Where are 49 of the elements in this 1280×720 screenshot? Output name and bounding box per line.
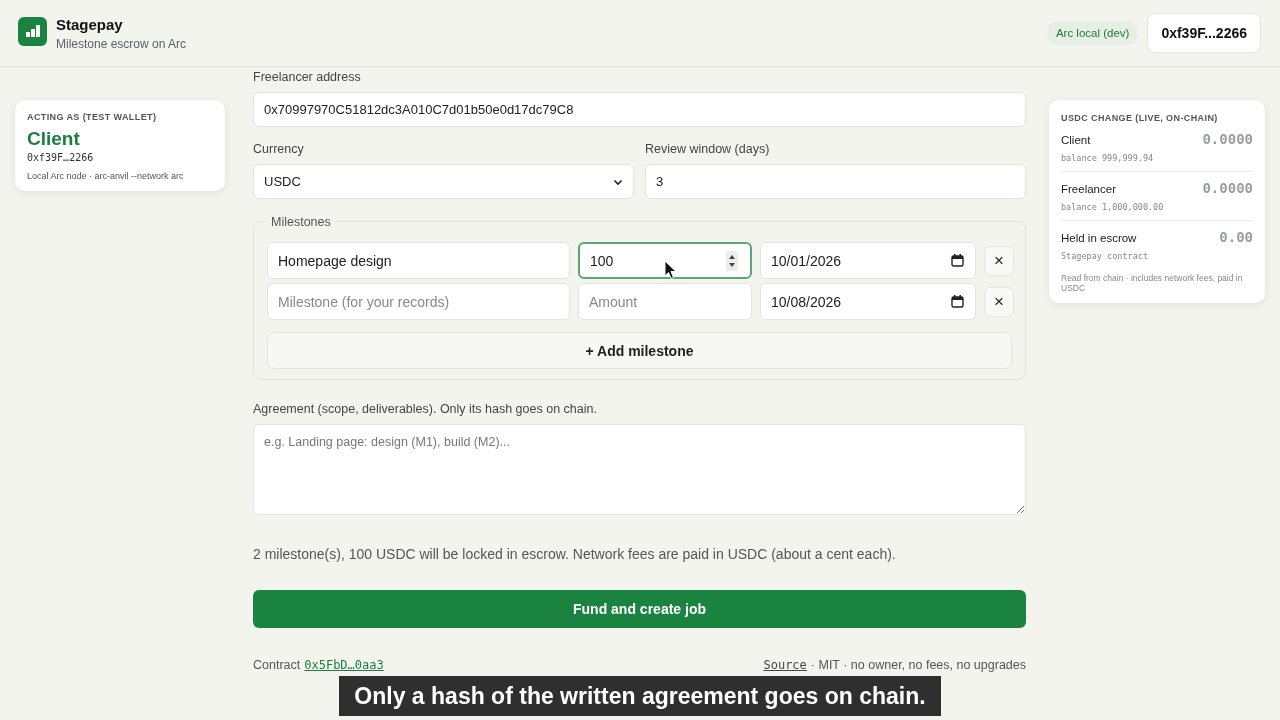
balance-change: 0.0000 <box>1202 131 1253 147</box>
panel-legend: Milestones <box>266 215 336 229</box>
wallet-button[interactable]: 0xf39F...2266 <box>1147 13 1261 53</box>
footer-text: Contract <box>253 658 301 672</box>
date-field[interactable]: 10/01/2026 <box>760 242 976 279</box>
wallet-address: 0xf39F…2266 <box>27 152 95 163</box>
amount-field[interactable]: Amount <box>578 283 752 320</box>
cursor-icon <box>664 260 678 280</box>
agreement-textarea[interactable]: e.g. Landing page: design (M1), build (M2)... <box>253 424 1026 515</box>
remove-button[interactable]: × <box>984 245 1014 276</box>
milestone-title-field[interactable]: Milestone (for your records) <box>267 283 570 320</box>
video-caption: Only a hash of the written agreement goes on chain. <box>339 676 941 716</box>
remove-button[interactable]: × <box>984 286 1014 317</box>
balance-detail: balance 999,999.94 <box>1061 153 1155 163</box>
balance-detail: balance 1,000,000.00 <box>1061 202 1165 212</box>
summary-text: 2 milestone(s), 100 USDC will be locked in escrow. Network fees are paid in USDC (about a cent each). <box>253 546 897 562</box>
balance-change: 0.0000 <box>1202 180 1253 196</box>
card-note: Read from chain · includes network fees, paid in USDC <box>1061 273 1244 293</box>
balance-detail: Stagepay contract <box>1061 251 1149 261</box>
footer-text: · MIT · no owner, no fees, no upgrades <box>810 658 1026 672</box>
app-tagline: Milestone escrow on Arc <box>56 36 187 51</box>
date-field[interactable]: 10/08/2026 <box>760 283 976 320</box>
balance-label: Freelancer <box>1061 183 1116 195</box>
address-field[interactable]: 0x70997970C51812dc3A010C7d01b50e0d17dc79C8 <box>253 92 1026 127</box>
field-label: Review window (days) <box>645 142 771 156</box>
balance-label: Client <box>1061 134 1091 146</box>
network-badge: Arc local (dev) <box>1046 21 1139 45</box>
balance-change: 0.00 <box>1219 229 1253 245</box>
app-name: Stagepay <box>56 15 124 33</box>
milestone-title-field[interactable]: Homepage design <box>267 242 570 279</box>
review-days-field[interactable]: 3 <box>645 164 1026 199</box>
amount-field[interactable]: 100 <box>578 242 752 279</box>
currency-select[interactable]: USDC <box>253 164 634 199</box>
field-label: Agreement (scope, deliverables). Only its hash goes on chain. <box>253 402 598 416</box>
balance-label: Held in escrow <box>1061 232 1137 244</box>
card-heading: ACTING AS (TEST WALLET) <box>27 112 158 122</box>
calendar-icon <box>951 295 964 308</box>
calendar-icon <box>951 254 964 267</box>
add-milestone-button[interactable]: + Add milestone <box>267 332 1012 369</box>
field-label: Freelancer address <box>253 70 362 84</box>
node-note: Local Arc node · arc-anvil --network arc <box>27 171 185 181</box>
role-name: Client <box>27 128 81 150</box>
contract-link[interactable]: 0x5FbD…0aa3 <box>304 658 384 672</box>
bar-chart-icon <box>24 23 41 39</box>
source-link[interactable]: Source <box>763 658 807 672</box>
spinner-icon <box>726 251 738 271</box>
fund-button[interactable]: Fund and create job <box>253 590 1026 628</box>
field-label: Currency <box>253 142 305 156</box>
card-heading: USDC CHANGE (LIVE, ON-CHAIN) <box>1061 113 1219 123</box>
